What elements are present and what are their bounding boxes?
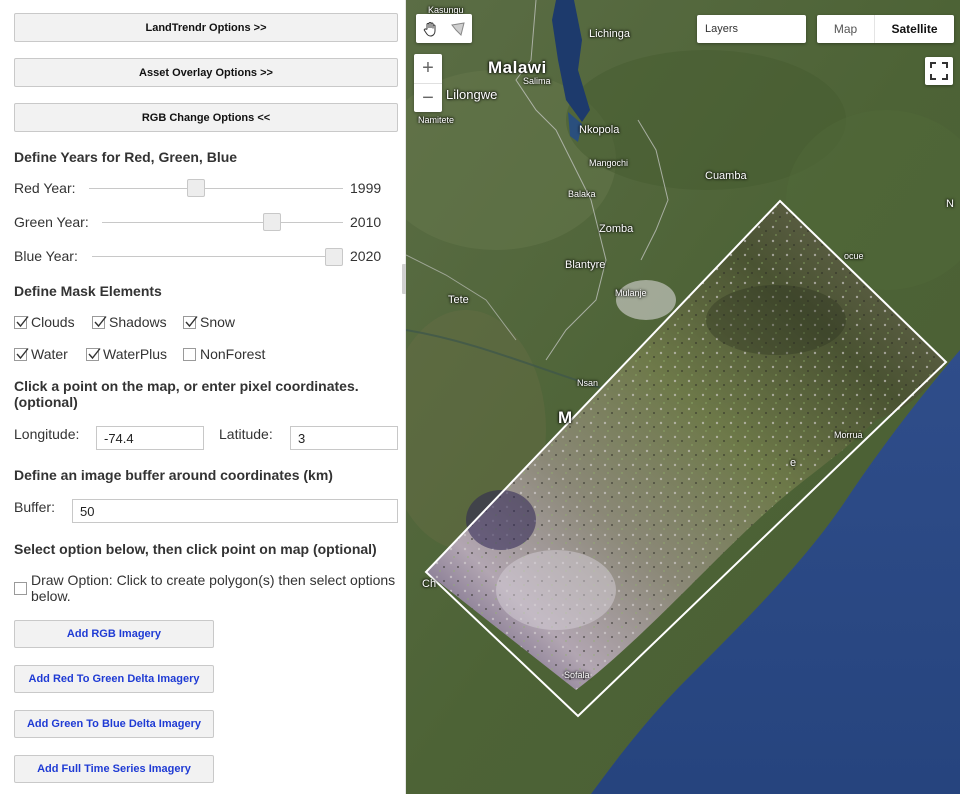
green-year-value: 2010 <box>350 214 382 230</box>
green-year-slider[interactable] <box>102 222 343 223</box>
map-type-control: Map Satellite <box>817 15 954 43</box>
map-label-balaka: Balaka <box>568 189 596 199</box>
coords-section-title: Click a point on the map, or enter pixel… <box>14 378 359 410</box>
draw-option-checkbox[interactable]: Draw Option: Click to create polygon(s) … <box>14 572 404 604</box>
map-view[interactable]: Kasungu Lichinga Malawi Salima Lilongwe … <box>406 0 960 794</box>
red-year-label: Red Year: <box>14 180 76 196</box>
longitude-label: Longitude: <box>14 426 80 442</box>
nonforest-checkbox[interactable]: NonForest <box>183 346 265 362</box>
snow-checkbox[interactable]: Snow <box>183 314 235 330</box>
checkbox-label: WaterPlus <box>103 346 168 362</box>
add-red-to-green-delta-button[interactable]: Add Red To Green Delta Imagery <box>14 665 214 693</box>
draw-shape-button[interactable] <box>444 14 472 43</box>
satellite-basemap <box>406 0 960 794</box>
waterplus-checkbox[interactable]: WaterPlus <box>86 346 167 362</box>
map-label-lichinga: Lichinga <box>589 28 630 40</box>
check-icon <box>183 315 198 329</box>
latitude-input[interactable] <box>290 426 398 450</box>
blue-year-label: Blue Year: <box>14 248 78 264</box>
checkbox-label: NonForest <box>200 346 266 362</box>
add-rgb-imagery-button[interactable]: Add RGB Imagery <box>14 620 214 648</box>
mask-section-title: Define Mask Elements <box>14 283 162 299</box>
map-label-zomba: Zomba <box>599 223 634 235</box>
map-label-nsan: Nsan <box>577 378 599 388</box>
map-label-e-partial: e <box>790 457 797 469</box>
map-label-m-partial: M <box>558 408 573 427</box>
checkbox-label: Water <box>31 346 68 362</box>
add-green-to-blue-delta-button[interactable]: Add Green To Blue Delta Imagery <box>14 710 214 738</box>
blue-year-slider-handle[interactable] <box>325 248 343 266</box>
map-label-mangochi: Mangochi <box>589 158 629 168</box>
map-label-blantyre: Blantyre <box>565 259 606 271</box>
map-label-tete: Tete <box>448 294 469 306</box>
years-section-title: Define Years for Red, Green, Blue <box>14 149 238 165</box>
zoom-in-button[interactable]: + <box>414 54 442 83</box>
polygon-draw-icon <box>451 21 465 36</box>
checkbox-label: Shadows <box>109 314 167 330</box>
map-label-mocuba: ocue <box>844 251 864 261</box>
control-panel: LandTrendr Options >> Asset Overlay Opti… <box>0 0 406 794</box>
map-label-morrua: Morrua <box>834 430 863 440</box>
latitude-label: Latitude: <box>219 426 273 442</box>
add-full-time-series-button[interactable]: Add Full Time Series Imagery <box>14 755 214 783</box>
map-label-lilongwe: Lilongwe <box>446 87 498 102</box>
water-checkbox[interactable]: Water <box>14 346 68 362</box>
hand-icon <box>423 21 436 37</box>
buffer-label: Buffer: <box>14 499 55 515</box>
zoom-out-button[interactable]: − <box>414 83 442 112</box>
red-year-slider-handle[interactable] <box>187 179 205 197</box>
buffer-section-title: Define an image buffer around coordinate… <box>14 467 333 483</box>
map-label-malawi: Malawi <box>488 58 547 77</box>
longitude-input[interactable] <box>96 426 204 450</box>
green-year-label: Green Year: <box>14 214 89 230</box>
rgb-change-options-button[interactable]: RGB Change Options << <box>14 103 398 132</box>
map-label-cuamba: Cuamba <box>705 170 747 182</box>
drawing-tools <box>416 14 472 43</box>
red-year-slider[interactable] <box>89 188 343 189</box>
map-label-sofala: Sofala <box>564 670 590 680</box>
red-year-value: 1999 <box>350 180 382 196</box>
map-label-mulanje: Mulanje <box>615 288 647 298</box>
map-label-salima: Salima <box>523 76 551 86</box>
map-type-satellite-button[interactable]: Satellite <box>875 15 954 43</box>
layers-button[interactable]: Layers <box>697 15 806 43</box>
checkbox-label: Clouds <box>31 314 75 330</box>
checkbox-label: Snow <box>200 314 236 330</box>
buffer-input[interactable] <box>72 499 398 523</box>
checkbox-box <box>183 347 196 361</box>
shadows-checkbox[interactable]: Shadows <box>92 314 167 330</box>
draw-option-label: Draw Option: Click to create polygon(s) … <box>31 572 396 604</box>
map-label-n-partial: N <box>946 198 954 210</box>
map-label-namitete: Namitete <box>418 115 455 125</box>
pan-tool-button[interactable] <box>416 14 444 43</box>
check-icon <box>92 315 107 329</box>
clouds-checkbox[interactable]: Clouds <box>14 314 75 330</box>
fullscreen-icon <box>930 62 948 80</box>
option-section-title: Select option below, then click point on… <box>14 541 377 557</box>
fullscreen-button[interactable] <box>925 57 953 85</box>
landtrendr-options-button[interactable]: LandTrendr Options >> <box>14 13 398 42</box>
asset-overlay-options-button[interactable]: Asset Overlay Options >> <box>14 58 398 87</box>
map-label-ch-partial: Ch <box>422 578 437 590</box>
checkbox-box <box>14 582 27 595</box>
check-icon <box>86 347 101 361</box>
green-year-slider-handle[interactable] <box>263 213 281 231</box>
blue-year-value: 2020 <box>350 248 382 264</box>
map-label-nkopola: Nkopola <box>579 124 620 136</box>
map-type-map-button[interactable]: Map <box>817 15 875 43</box>
layers-label: Layers <box>705 23 739 35</box>
check-icon <box>14 347 29 361</box>
check-icon <box>14 315 29 329</box>
zoom-control: + − <box>414 54 442 112</box>
blue-year-slider[interactable] <box>92 256 343 257</box>
